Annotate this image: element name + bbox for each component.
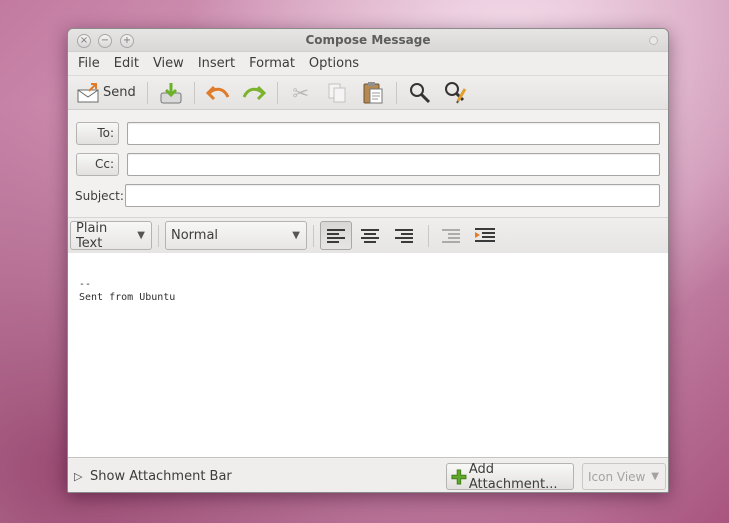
to-row: To: xyxy=(74,118,660,149)
find-button[interactable] xyxy=(405,79,435,107)
undo-icon xyxy=(205,81,230,105)
title-bar: × − + Compose Message xyxy=(68,29,668,52)
chevron-down-icon: ▼ xyxy=(137,230,145,241)
save-draft-button[interactable] xyxy=(156,79,186,107)
subject-row: Subject: xyxy=(74,180,660,211)
signature-text: Sent from Ubuntu xyxy=(79,292,176,303)
copy-icon xyxy=(325,81,349,105)
copy-button[interactable] xyxy=(322,79,352,107)
align-right-icon xyxy=(395,228,413,243)
align-left-icon xyxy=(327,228,345,243)
indent-button[interactable] xyxy=(469,221,501,250)
window-menu-icon[interactable] xyxy=(649,36,658,45)
save-draft-icon xyxy=(159,81,183,105)
unindent-button[interactable] xyxy=(435,221,467,250)
address-fields: To: Cc: Subject: xyxy=(68,110,668,211)
find-replace-button[interactable] xyxy=(441,79,471,107)
cc-field[interactable] xyxy=(127,153,660,176)
toolbar-separator xyxy=(158,224,159,247)
send-label: Send xyxy=(103,85,136,100)
send-button[interactable]: Send xyxy=(74,79,139,107)
align-left-button[interactable] xyxy=(320,221,352,250)
redo-button[interactable] xyxy=(239,79,269,107)
to-field[interactable] xyxy=(127,122,660,145)
unindent-icon xyxy=(442,228,460,243)
indent-icon xyxy=(475,227,495,242)
align-center-button[interactable] xyxy=(354,221,386,250)
paragraph-style-select[interactable]: Normal ▼ xyxy=(165,221,307,250)
attachment-view-value: Icon View xyxy=(588,469,646,484)
compose-window: × − + Compose Message File Edit View Ins… xyxy=(67,28,669,493)
paste-button[interactable] xyxy=(358,79,388,107)
cc-button[interactable]: Cc: xyxy=(76,153,119,176)
menu-file[interactable]: File xyxy=(78,56,100,71)
menu-format[interactable]: Format xyxy=(249,56,295,71)
chevron-down-icon: ▼ xyxy=(292,230,300,241)
window-title: Compose Message xyxy=(305,33,431,47)
send-icon xyxy=(77,81,101,105)
show-attachment-bar-toggle[interactable]: Show Attachment Bar xyxy=(90,469,232,484)
attachment-area: ▷ Show Attachment Bar Add Attachment... … xyxy=(68,459,668,492)
menu-insert[interactable]: Insert xyxy=(198,56,235,71)
find-replace-icon xyxy=(444,81,468,105)
message-body-editor[interactable]: -- Sent from Ubuntu xyxy=(68,253,668,458)
undo-button[interactable] xyxy=(203,79,233,107)
cc-row: Cc: xyxy=(74,149,660,180)
subject-field[interactable] xyxy=(125,184,660,207)
redo-icon xyxy=(242,81,266,105)
editor-mode-select[interactable]: Plain Text ▼ xyxy=(70,220,152,251)
subject-label: Subject: xyxy=(75,188,124,203)
menu-bar: File Edit View Insert Format Options xyxy=(68,52,668,75)
cut-icon: ✂ xyxy=(292,80,310,105)
add-icon xyxy=(451,468,467,485)
toolbar-separator xyxy=(395,81,397,104)
chevron-down-icon: ▼ xyxy=(651,471,659,482)
find-icon xyxy=(408,81,432,105)
toolbar-separator xyxy=(146,81,148,104)
toolbar-separator xyxy=(428,224,429,247)
toolbar-separator xyxy=(313,224,314,247)
paste-icon xyxy=(361,81,385,105)
toolbar-separator xyxy=(276,81,278,104)
paragraph-style-value: Normal xyxy=(171,228,219,243)
expander-arrow-icon[interactable]: ▷ xyxy=(74,470,88,483)
menu-view[interactable]: View xyxy=(153,56,184,71)
signature-separator: -- xyxy=(79,279,92,290)
toolbar-separator xyxy=(193,81,195,104)
to-button[interactable]: To: xyxy=(76,122,119,145)
menu-edit[interactable]: Edit xyxy=(114,56,139,71)
align-right-button[interactable] xyxy=(388,221,420,250)
add-attachment-button[interactable]: Add Attachment... xyxy=(446,461,574,492)
toolbar: Send ✂ xyxy=(68,75,668,110)
cut-button[interactable]: ✂ xyxy=(286,79,316,107)
editor-mode-value: Plain Text xyxy=(76,220,108,251)
attachment-view-select[interactable]: Icon View ▼ xyxy=(582,463,666,490)
add-attachment-label: Add Attachment... xyxy=(468,461,558,492)
format-toolbar: Plain Text ▼ Normal ▼ xyxy=(68,217,668,254)
menu-options[interactable]: Options xyxy=(309,56,359,71)
align-center-icon xyxy=(361,228,379,243)
